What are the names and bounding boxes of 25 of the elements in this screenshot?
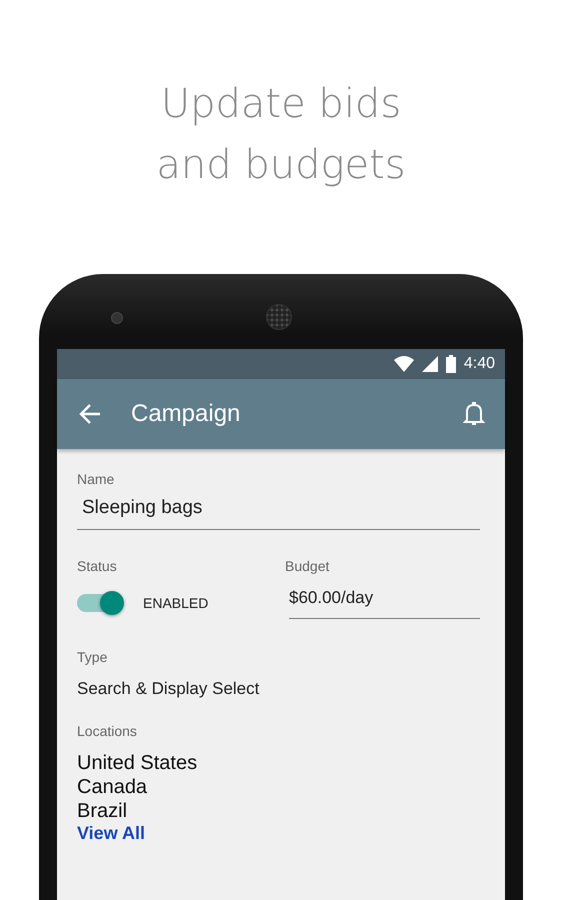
field-label: Budget [285, 558, 330, 574]
signal-icon [422, 356, 438, 372]
budget-field[interactable]: $60.00/day [289, 574, 480, 619]
clock: 4:40 [464, 355, 495, 373]
view-all-link[interactable]: View All [77, 823, 146, 843]
name-field[interactable]: Sleeping bags [77, 487, 480, 530]
field-label: Name [77, 471, 116, 487]
field-label: Locations [77, 723, 138, 739]
wifi-icon [394, 356, 414, 372]
headline: and budgets [156, 141, 406, 190]
status-text: ENABLED [143, 595, 208, 611]
location-item: United States [77, 751, 198, 775]
toolbar-title: Campaign [131, 400, 242, 428]
field-label: Type [77, 649, 108, 665]
speaker-icon [266, 304, 292, 330]
camera-icon [111, 312, 123, 324]
status-toggle[interactable] [77, 594, 123, 612]
notification-bell-icon[interactable] [463, 401, 485, 427]
type-value: Search & Display Select [77, 679, 260, 699]
battery-icon [446, 355, 456, 373]
location-item: Canada [77, 775, 148, 799]
headline: Update bids [160, 80, 402, 129]
field-label: Status [77, 558, 118, 574]
back-arrow-icon[interactable] [79, 404, 101, 424]
location-item: Brazil [77, 799, 128, 823]
